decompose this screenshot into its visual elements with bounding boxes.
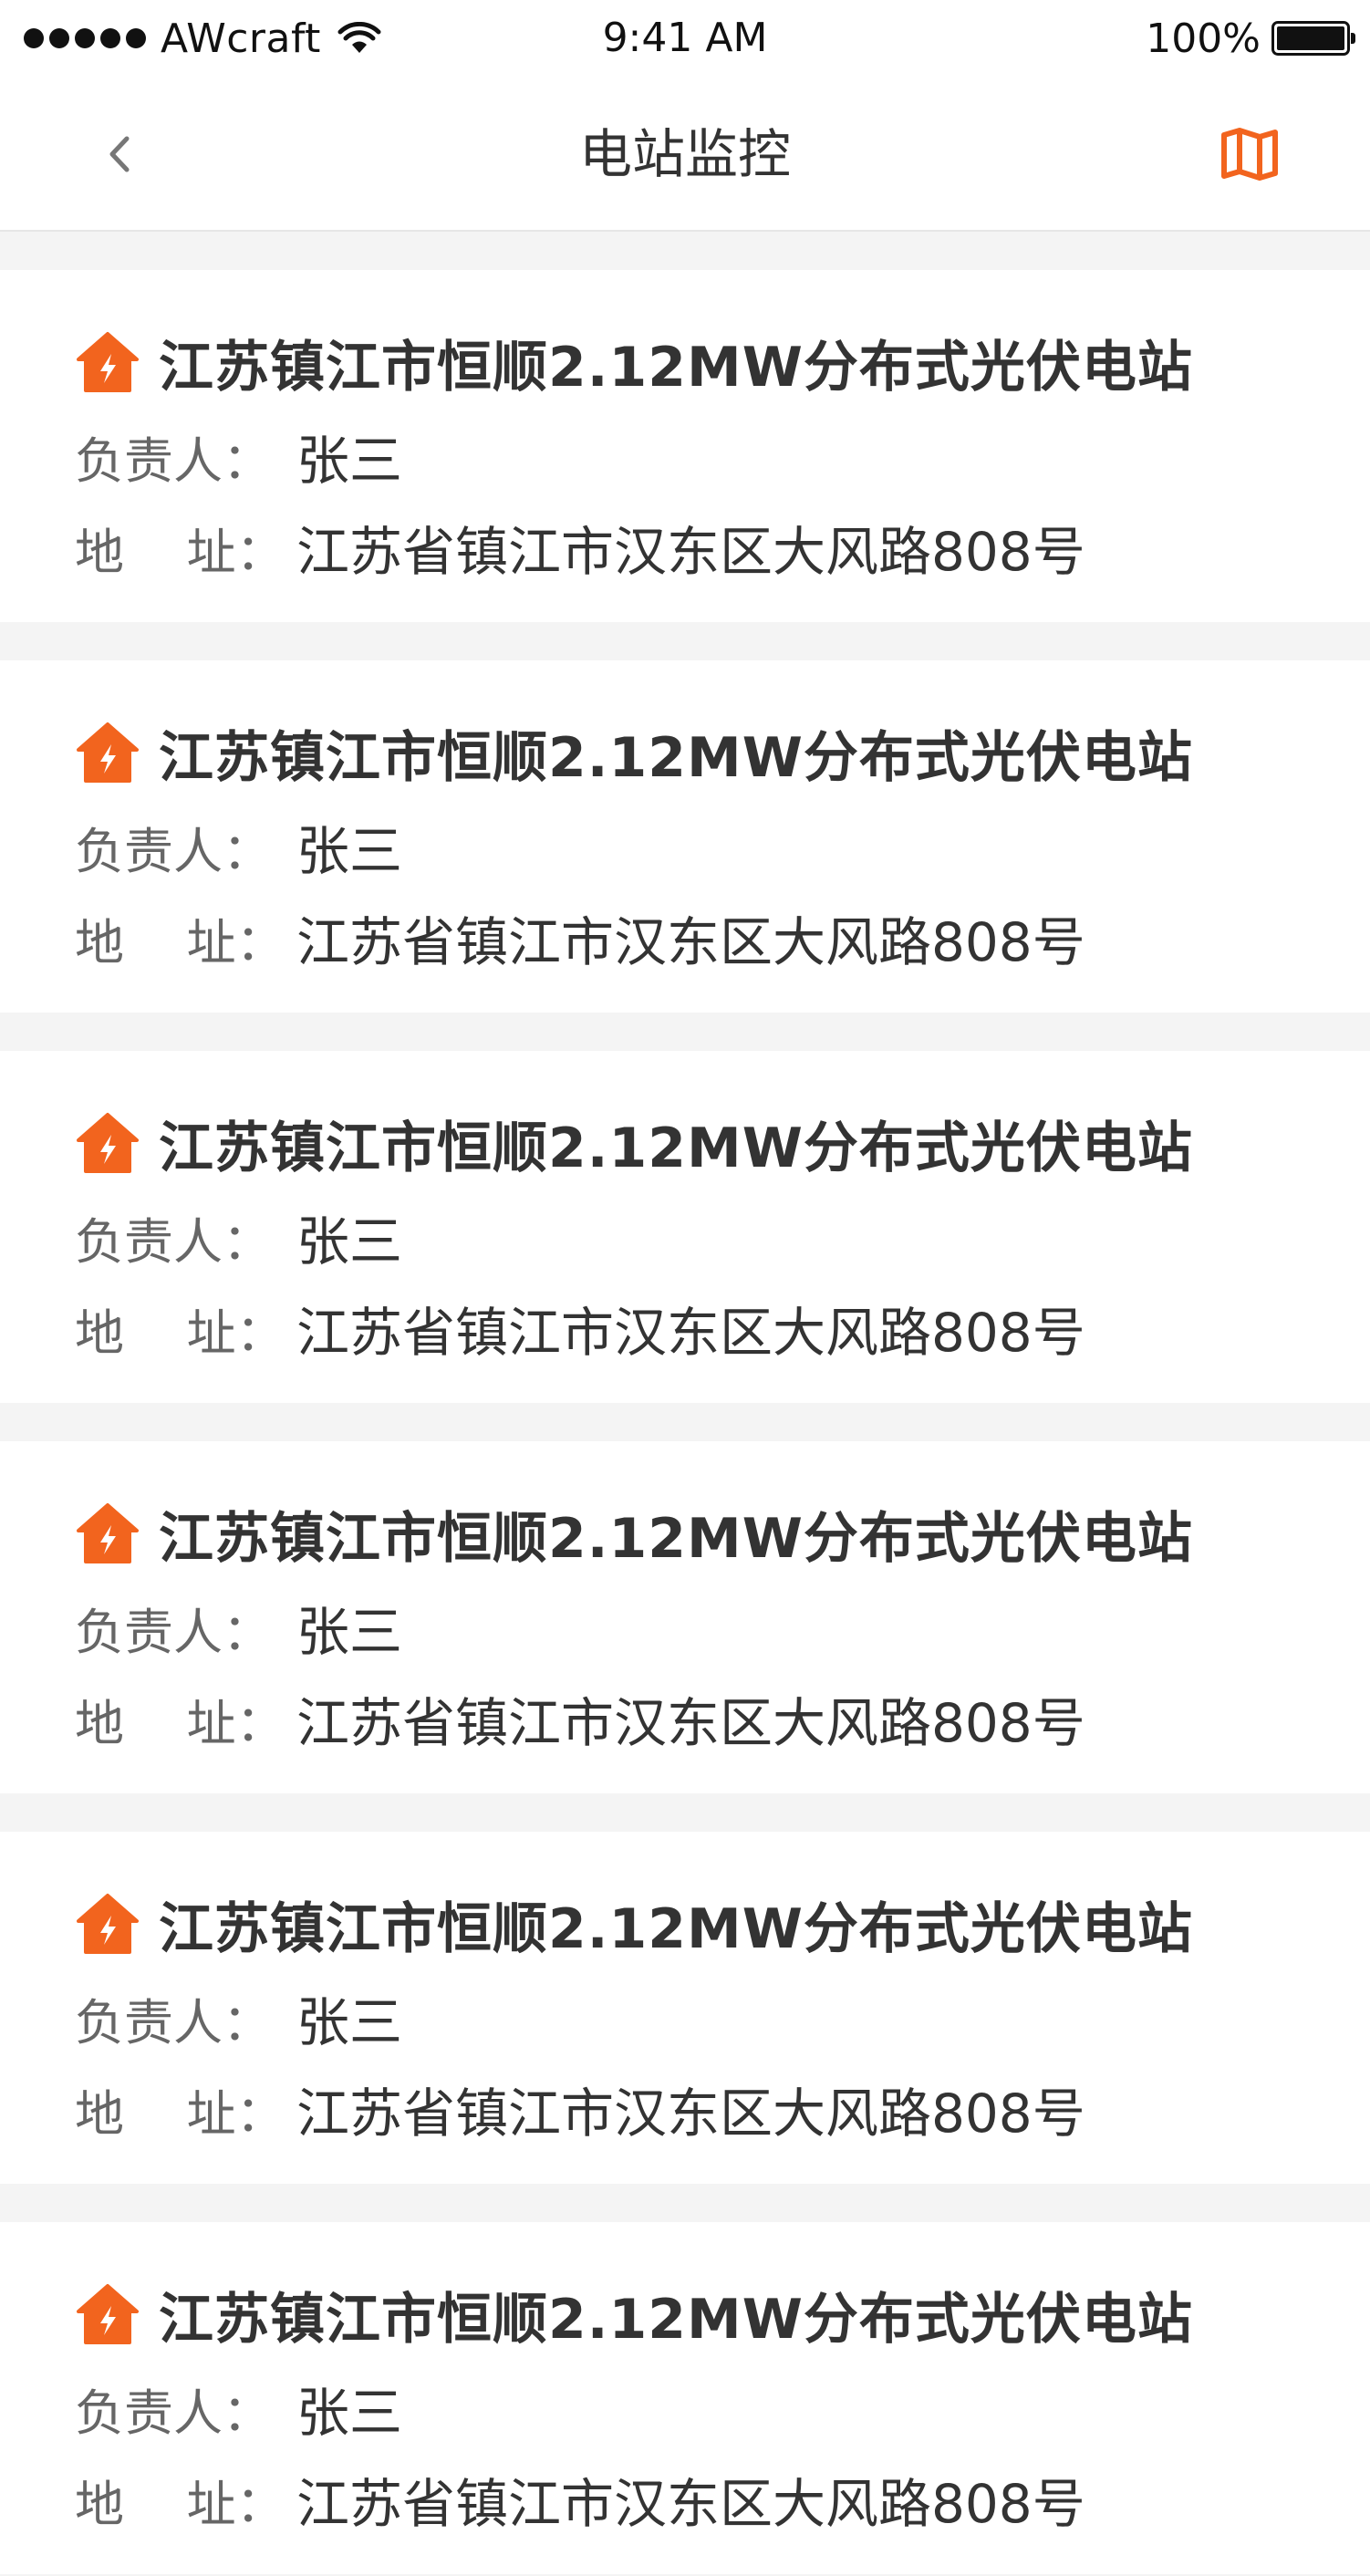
station-name: 江苏镇江市恒顺2.12MW分布式光伏电站 bbox=[159, 336, 1193, 400]
station-name: 江苏镇江市恒顺2.12MW分布式光伏电站 bbox=[159, 1897, 1193, 1961]
address-value: 江苏省镇江市汉东区大风路808号 bbox=[296, 2473, 1085, 2535]
power-station-icon bbox=[77, 1893, 139, 1954]
address-label: 地 址： bbox=[75, 523, 285, 581]
address-label: 地 址： bbox=[75, 913, 285, 971]
battery-percent: 100% bbox=[1146, 15, 1261, 62]
address-value: 江苏省镇江市汉东区大风路808号 bbox=[296, 1302, 1085, 1364]
owner-value: 张三 bbox=[296, 1991, 403, 2053]
power-station-icon bbox=[77, 1502, 139, 1563]
owner-label: 负责人： bbox=[75, 822, 272, 880]
station-name: 江苏镇江市恒顺2.12MW分布式光伏电站 bbox=[159, 1507, 1193, 1571]
power-station-icon bbox=[77, 1112, 139, 1173]
owner-label: 负责人： bbox=[75, 2384, 272, 2442]
owner-row: 负责人： 张三 bbox=[75, 1589, 402, 1666]
owner-row: 负责人： 张三 bbox=[75, 1199, 402, 1275]
address-row: 地 址： 江苏省镇江市汉东区大风路808号 bbox=[75, 2461, 1085, 2538]
station-title-row: 江苏镇江市恒顺2.12MW分布式光伏电站 bbox=[75, 1494, 1193, 1574]
status-bar: AWcraft 9:41 AM 100% bbox=[0, 0, 1370, 77]
power-station-icon bbox=[77, 722, 139, 783]
address-label: 地 址： bbox=[75, 1304, 285, 1362]
station-name: 江苏镇江市恒顺2.12MW分布式光伏电站 bbox=[159, 2288, 1193, 2352]
address-value: 江苏省镇江市汉东区大风路808号 bbox=[296, 911, 1085, 973]
address-row: 地 址： 江苏省镇江市汉东区大风路808号 bbox=[75, 899, 1085, 976]
address-row: 地 址： 江苏省镇江市汉东区大风路808号 bbox=[75, 1680, 1085, 1757]
owner-label: 负责人： bbox=[75, 1603, 272, 1661]
address-row: 地 址： 江苏省镇江市汉东区大风路808号 bbox=[75, 2071, 1085, 2147]
address-value: 江苏省镇江市汉东区大风路808号 bbox=[296, 2083, 1085, 2145]
owner-value: 张三 bbox=[296, 820, 403, 882]
station-title-row: 江苏镇江市恒顺2.12MW分布式光伏电站 bbox=[75, 1885, 1193, 1964]
owner-row: 负责人： 张三 bbox=[75, 2370, 402, 2446]
station-card[interactable]: 江苏镇江市恒顺2.12MW分布式光伏电站 负责人： 张三 地 址： 江苏省镇江市… bbox=[0, 1832, 1370, 2184]
station-title-row: 江苏镇江市恒顺2.12MW分布式光伏电站 bbox=[75, 1104, 1193, 1183]
station-title-row: 江苏镇江市恒顺2.12MW分布式光伏电站 bbox=[75, 713, 1193, 793]
owner-row: 负责人： 张三 bbox=[75, 808, 402, 885]
address-label: 地 址： bbox=[75, 2084, 285, 2143]
address-label: 地 址： bbox=[75, 2475, 285, 2533]
owner-label: 负责人： bbox=[75, 1993, 272, 2051]
owner-value: 张三 bbox=[296, 430, 403, 492]
owner-value: 张三 bbox=[296, 1210, 403, 1272]
power-station-icon bbox=[77, 2283, 139, 2344]
address-value: 江苏省镇江市汉东区大风路808号 bbox=[296, 1692, 1085, 1754]
owner-row: 负责人： 张三 bbox=[75, 418, 402, 494]
address-label: 地 址： bbox=[75, 1694, 285, 1752]
owner-value: 张三 bbox=[296, 2382, 403, 2444]
station-name: 江苏镇江市恒顺2.12MW分布式光伏电站 bbox=[159, 726, 1193, 790]
address-row: 地 址： 江苏省镇江市汉东区大风路808号 bbox=[75, 1290, 1085, 1366]
owner-value: 张三 bbox=[296, 1601, 403, 1663]
owner-row: 负责人： 张三 bbox=[75, 1979, 402, 2056]
station-card[interactable]: 江苏镇江市恒顺2.12MW分布式光伏电站 负责人： 张三 地 址： 江苏省镇江市… bbox=[0, 270, 1370, 622]
page-title: 电站监控 bbox=[578, 123, 791, 185]
address-row: 地 址： 江苏省镇江市汉东区大风路808号 bbox=[75, 509, 1085, 586]
station-card[interactable]: 江苏镇江市恒顺2.12MW分布式光伏电站 负责人： 张三 地 址： 江苏省镇江市… bbox=[0, 1441, 1370, 1793]
address-value: 江苏省镇江市汉东区大风路808号 bbox=[296, 521, 1085, 583]
owner-label: 负责人： bbox=[75, 431, 272, 490]
navigation-bar: 电站监控 bbox=[0, 77, 1370, 232]
station-title-row: 江苏镇江市恒顺2.12MW分布式光伏电站 bbox=[75, 323, 1193, 402]
map-icon bbox=[1221, 128, 1278, 181]
station-list: 江苏镇江市恒顺2.12MW分布式光伏电站 负责人： 张三 地 址： 江苏省镇江市… bbox=[0, 270, 1370, 2576]
status-right: 100% bbox=[1146, 11, 1355, 66]
station-card[interactable]: 江苏镇江市恒顺2.12MW分布式光伏电站 负责人： 张三 地 址： 江苏省镇江市… bbox=[0, 660, 1370, 1013]
app-screen: AWcraft 9:41 AM 100% 电站监控 江苏镇江市恒顺2.12MW分… bbox=[0, 0, 1370, 2576]
map-view-button[interactable] bbox=[1213, 122, 1286, 186]
station-card[interactable]: 江苏镇江市恒顺2.12MW分布式光伏电站 负责人： 张三 地 址： 江苏省镇江市… bbox=[0, 2222, 1370, 2574]
station-title-row: 江苏镇江市恒顺2.12MW分布式光伏电站 bbox=[75, 2275, 1193, 2354]
power-station-icon bbox=[77, 331, 139, 392]
station-name: 江苏镇江市恒顺2.12MW分布式光伏电站 bbox=[159, 1117, 1193, 1180]
owner-label: 负责人： bbox=[75, 1212, 272, 1271]
battery-icon bbox=[1271, 21, 1355, 56]
station-card[interactable]: 江苏镇江市恒顺2.12MW分布式光伏电站 负责人： 张三 地 址： 江苏省镇江市… bbox=[0, 1051, 1370, 1403]
